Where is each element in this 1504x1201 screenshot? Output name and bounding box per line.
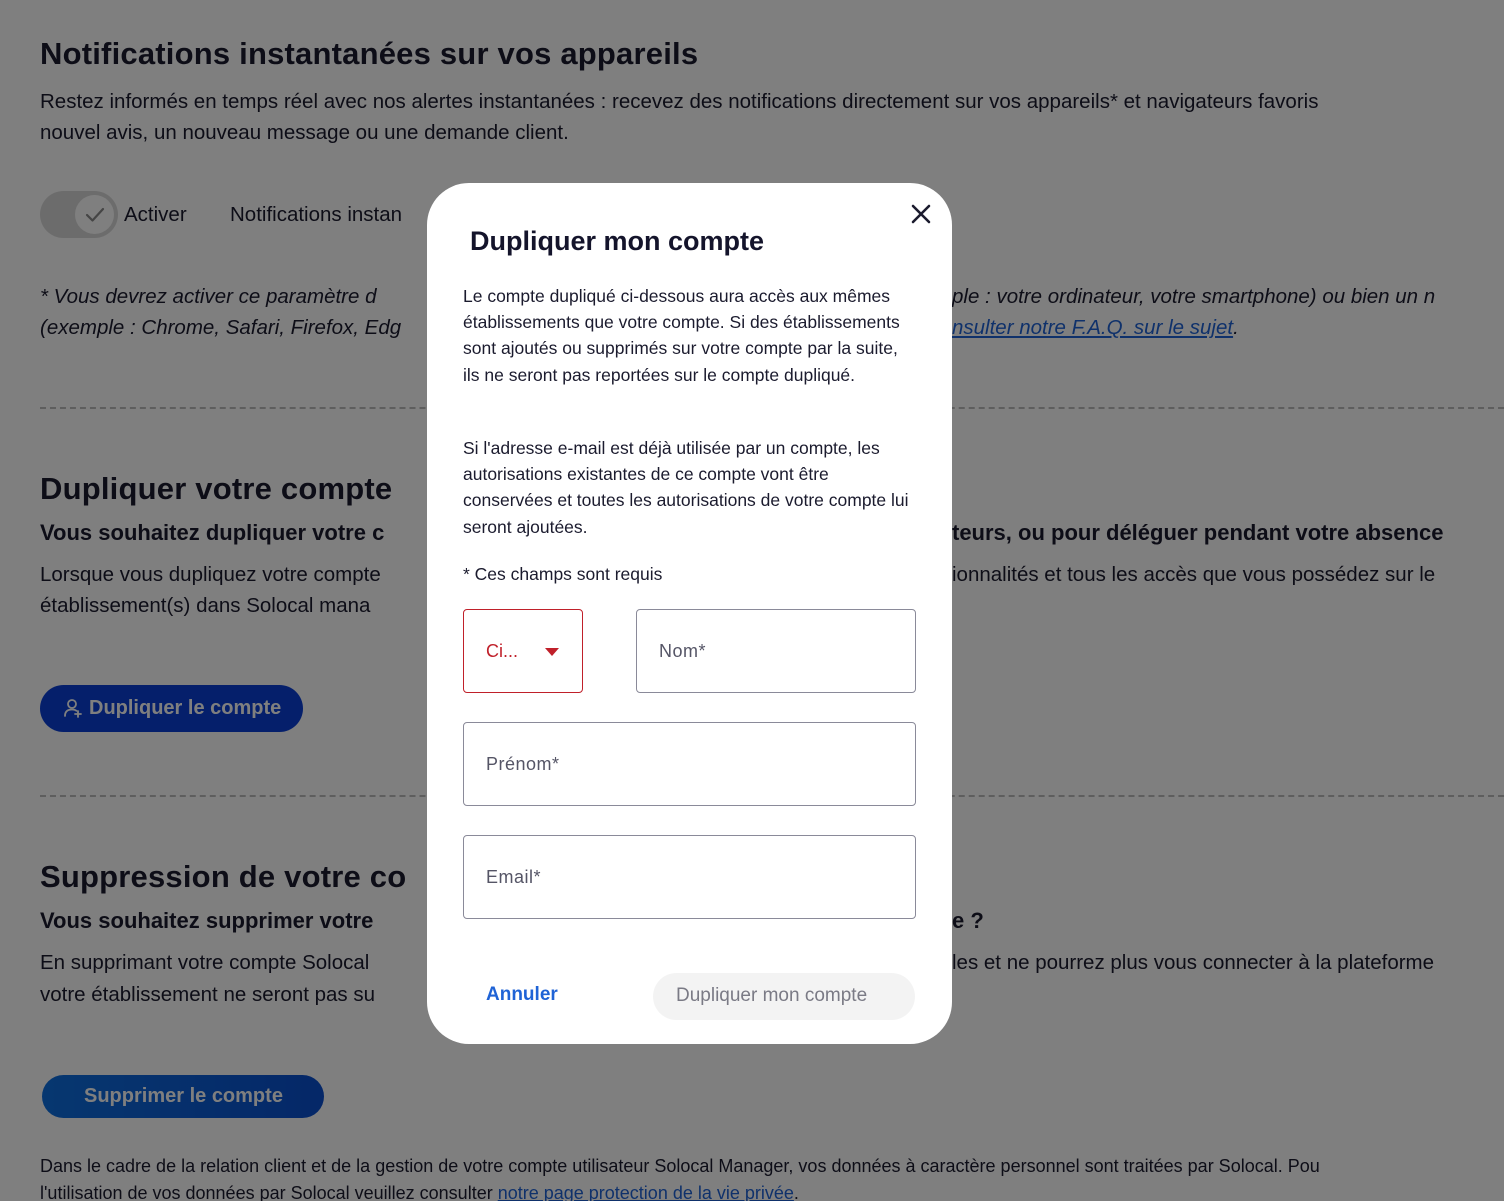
nom-field[interactable]: Nom* [636,609,916,693]
close-icon[interactable] [911,204,931,224]
dialog-paragraph-1: Le compte dupliqué ci-dessous aura accès… [463,286,900,385]
caret-down-icon [545,648,559,656]
prenom-field[interactable]: Prénom* [463,722,916,806]
dialog-title: Dupliquer mon compte [470,226,765,256]
required-fields-note: * Ces champs sont requis [463,564,663,584]
nom-placeholder: Nom* [659,641,707,661]
submit-duplicate-button[interactable]: Dupliquer mon compte [653,973,915,1020]
email-placeholder: Email* [486,867,542,887]
prenom-placeholder: Prénom* [486,754,560,774]
dialog-paragraph-2: Si l'adresse e-mail est déjà utilisée pa… [463,438,909,537]
civility-value: Ci... [486,641,519,661]
email-field[interactable]: Email* [463,835,916,919]
civility-select[interactable]: Ci... [463,609,583,693]
submit-duplicate-label: Dupliquer mon compte [676,985,868,1006]
cancel-button[interactable]: Annuler [486,984,558,1006]
